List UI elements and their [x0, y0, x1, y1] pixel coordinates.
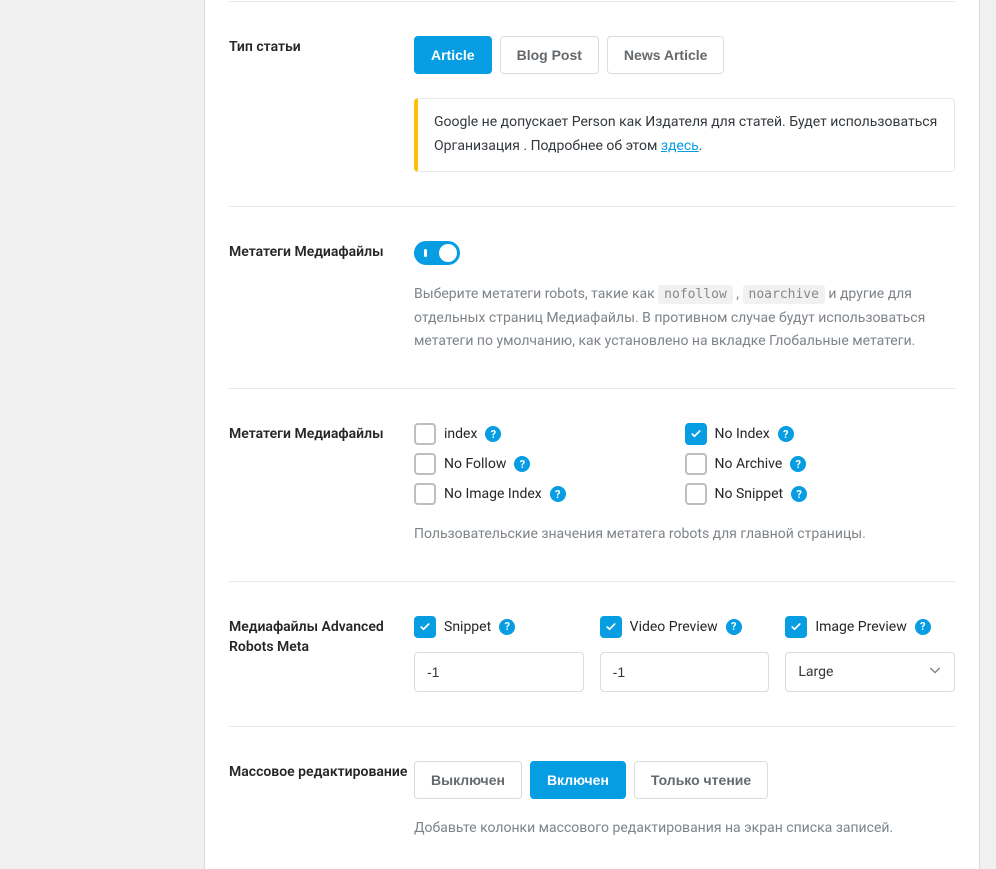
no-archive-checkbox[interactable]: [685, 453, 707, 475]
article-type-row: Тип статьи Article Blog Post News Articl…: [229, 1, 955, 206]
video-preview-label: Video Preview: [630, 619, 718, 635]
index-label: index: [444, 426, 477, 442]
media-robots-meta-desc: Пользовательские значения метатега robot…: [414, 523, 955, 547]
index-help-icon[interactable]: ?: [485, 426, 501, 442]
image-preview-checkbox[interactable]: [785, 616, 807, 638]
notice-text-suffix: .: [699, 138, 703, 154]
noarchive-code: noarchive: [743, 285, 825, 304]
article-type-buttons: Article Blog Post News Article: [414, 36, 955, 74]
image-preview-select[interactable]: Large: [785, 652, 955, 692]
media-robots-toggle-desc: Выберите метатеги robots, такие как nofo…: [414, 283, 955, 354]
snippet-label: Snippet: [444, 619, 491, 635]
no-snippet-help-icon[interactable]: ?: [791, 486, 807, 502]
no-archive-label: No Archive: [715, 456, 783, 472]
media-robots-meta-row: Метатеги Медиафайлы index ?: [229, 388, 955, 581]
no-follow-label: No Follow: [444, 456, 506, 472]
chevron-down-icon: [928, 663, 942, 681]
bulk-edit-readonly-button[interactable]: Только чтение: [634, 761, 768, 799]
media-robots-toggle-label: Метатеги Медиафайлы: [229, 241, 414, 354]
article-type-notice: Google не допускает Person как Издателя …: [414, 98, 955, 172]
media-robots-toggle-row: Метатеги Медиафайлы Выберите метатеги ro…: [229, 206, 955, 388]
article-type-article-button[interactable]: Article: [414, 36, 492, 74]
article-type-label: Тип статьи: [229, 36, 414, 172]
bulk-edit-on-button[interactable]: Включен: [530, 761, 626, 799]
article-type-blogpost-button[interactable]: Blog Post: [500, 36, 599, 74]
bulk-edit-desc: Добавьте колонки массового редактировани…: [414, 817, 955, 841]
media-robots-meta-label: Метатеги Медиафайлы: [229, 423, 414, 547]
image-preview-label: Image Preview: [815, 619, 906, 635]
no-index-checkbox[interactable]: [685, 423, 707, 445]
article-type-newsarticle-button[interactable]: News Article: [607, 36, 725, 74]
snippet-input[interactable]: [414, 652, 584, 692]
nofollow-code: nofollow: [658, 285, 733, 304]
bulk-edit-label: Массовое редактирование: [229, 761, 414, 841]
no-image-index-checkbox[interactable]: [414, 483, 436, 505]
no-follow-help-icon[interactable]: ?: [514, 456, 530, 472]
video-preview-checkbox[interactable]: [600, 616, 622, 638]
bulk-edit-buttons: Выключен Включен Только чтение: [414, 761, 955, 799]
no-index-label: No Index: [715, 426, 770, 442]
index-checkbox[interactable]: [414, 423, 436, 445]
image-preview-help-icon[interactable]: ?: [915, 619, 931, 635]
no-follow-checkbox[interactable]: [414, 453, 436, 475]
bulk-edit-row: Массовое редактирование Выключен Включен…: [229, 726, 955, 869]
advanced-robots-row: Медиафайлы Advanced Robots Meta Snippet …: [229, 581, 955, 726]
no-snippet-label: No Snippet: [715, 486, 784, 502]
bulk-edit-off-button[interactable]: Выключен: [414, 761, 522, 799]
no-index-help-icon[interactable]: ?: [778, 426, 794, 442]
no-image-index-help-icon[interactable]: ?: [550, 486, 566, 502]
image-preview-value: Large: [798, 664, 833, 680]
no-snippet-checkbox[interactable]: [685, 483, 707, 505]
snippet-help-icon[interactable]: ?: [499, 619, 515, 635]
advanced-robots-label: Медиафайлы Advanced Robots Meta: [229, 616, 414, 692]
notice-link[interactable]: здесь: [661, 138, 699, 154]
snippet-checkbox[interactable]: [414, 616, 436, 638]
media-robots-toggle[interactable]: [414, 241, 460, 265]
no-image-index-label: No Image Index: [444, 486, 542, 502]
no-archive-help-icon[interactable]: ?: [790, 456, 806, 472]
video-preview-help-icon[interactable]: ?: [726, 619, 742, 635]
video-preview-input[interactable]: [600, 652, 770, 692]
